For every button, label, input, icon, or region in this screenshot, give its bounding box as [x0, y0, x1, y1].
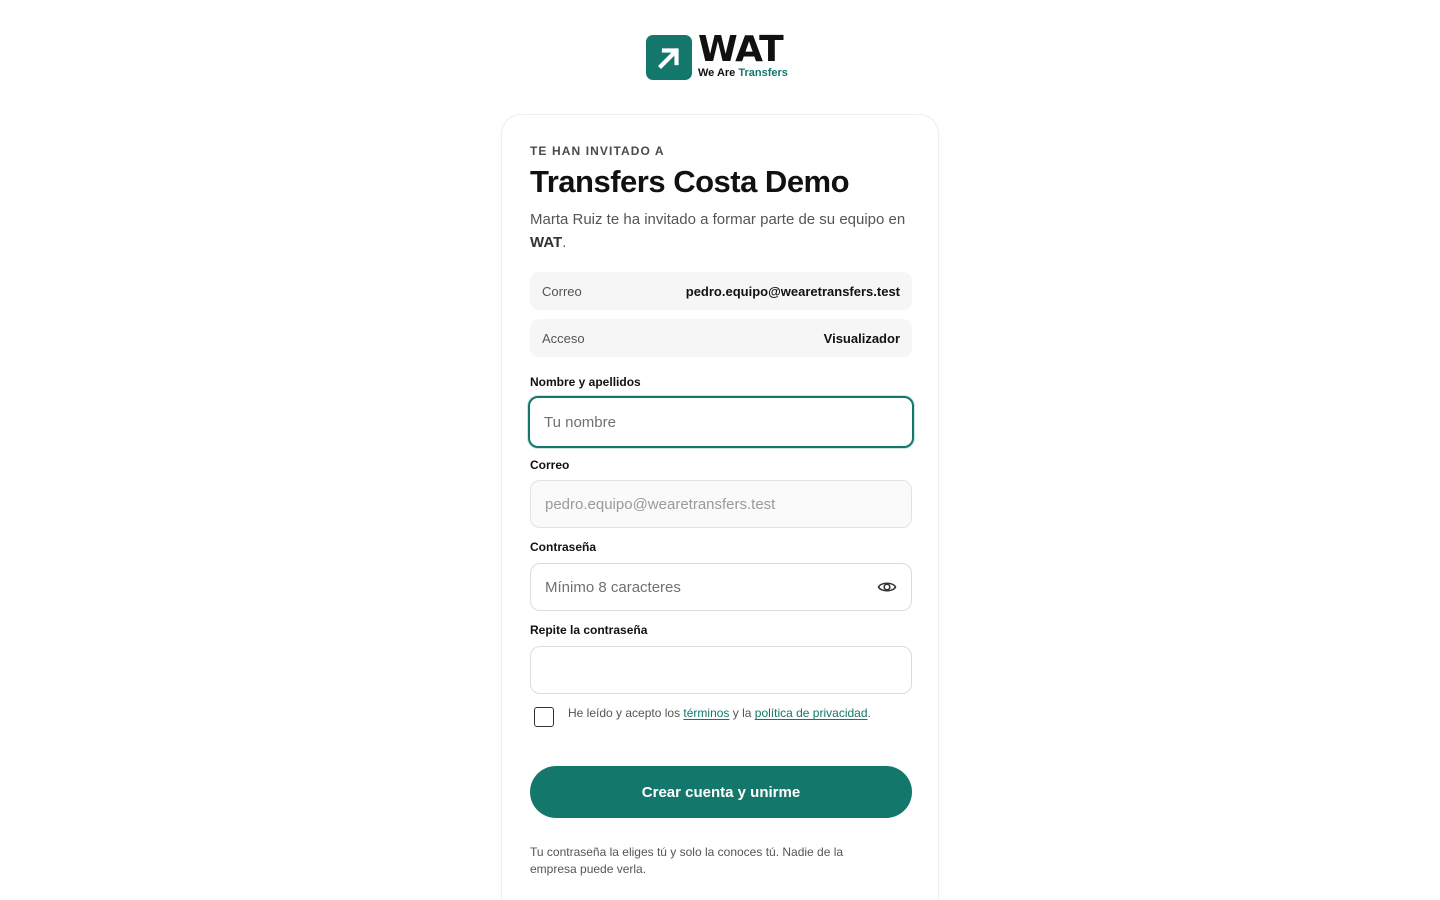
- password-field[interactable]: [530, 563, 912, 611]
- terms-middle: y la: [729, 706, 755, 720]
- create-account-button[interactable]: Crear cuenta y unirme: [530, 766, 912, 818]
- logo-wordmark: WAT: [698, 29, 784, 70]
- name-label: Nombre y apellidos: [530, 375, 641, 389]
- info-row-access: Acceso Visualizador: [530, 319, 912, 357]
- info-email-key: Correo: [542, 283, 582, 299]
- invite-message-end: .: [562, 234, 567, 251]
- info-access-value: Visualizador: [823, 330, 900, 346]
- page: WAT We Are Transfers TE HAN INVITADO A T…: [0, 0, 1440, 900]
- info-access-key: Acceso: [542, 330, 585, 346]
- email-field[interactable]: [530, 480, 912, 528]
- invite-message: Marta Ruiz te ha invitado a formar parte…: [530, 208, 912, 254]
- invite-card: TE HAN INVITADO A Transfers Costa Demo M…: [501, 114, 939, 900]
- terms-checkbox[interactable]: [534, 707, 554, 727]
- terms-link[interactable]: términos: [683, 706, 729, 720]
- repeat-password-input[interactable]: [545, 661, 897, 679]
- email-label: Correo: [530, 458, 570, 472]
- email-input[interactable]: [545, 495, 897, 513]
- privacy-link[interactable]: política de privacidad: [755, 706, 868, 720]
- logo-text: WAT We Are Transfers: [698, 29, 788, 80]
- info-row-email: Correo pedro.equipo@wearetransfers.test: [530, 272, 912, 310]
- name-field[interactable]: [528, 396, 914, 448]
- eye-icon[interactable]: [877, 577, 897, 597]
- terms-end: .: [867, 706, 871, 720]
- repeat-password-label: Repite la contraseña: [530, 623, 648, 637]
- brand-logo: WAT We Are Transfers: [646, 29, 788, 80]
- terms-row: He leído y acepto los términos y la polí…: [530, 704, 912, 727]
- password-privacy-note: Tu contraseña la eliges tú y solo la con…: [530, 845, 844, 876]
- company-title: Transfers Costa Demo: [530, 164, 850, 199]
- invite-eyebrow: TE HAN INVITADO A: [530, 144, 665, 158]
- invite-message-brand: WAT: [530, 234, 563, 251]
- info-email-value: pedro.equipo@wearetransfers.test: [685, 283, 900, 299]
- arrow-up-right-icon: [646, 35, 692, 80]
- invite-message-text: Marta Ruiz te ha invitado a formar parte…: [530, 211, 906, 228]
- terms-text: He leído y acepto los términos y la polí…: [568, 704, 871, 722]
- logo-tagline: We Are Transfers: [698, 66, 788, 80]
- terms-prefix: He leído y acepto los: [568, 706, 684, 720]
- repeat-password-field[interactable]: [530, 646, 912, 694]
- password-label: Contraseña: [530, 540, 597, 554]
- logo-tagline-we-are: We Are: [698, 67, 736, 79]
- logo-tagline-transfers: Transfers: [738, 67, 788, 79]
- name-input[interactable]: [544, 413, 898, 431]
- password-input[interactable]: [545, 578, 877, 596]
